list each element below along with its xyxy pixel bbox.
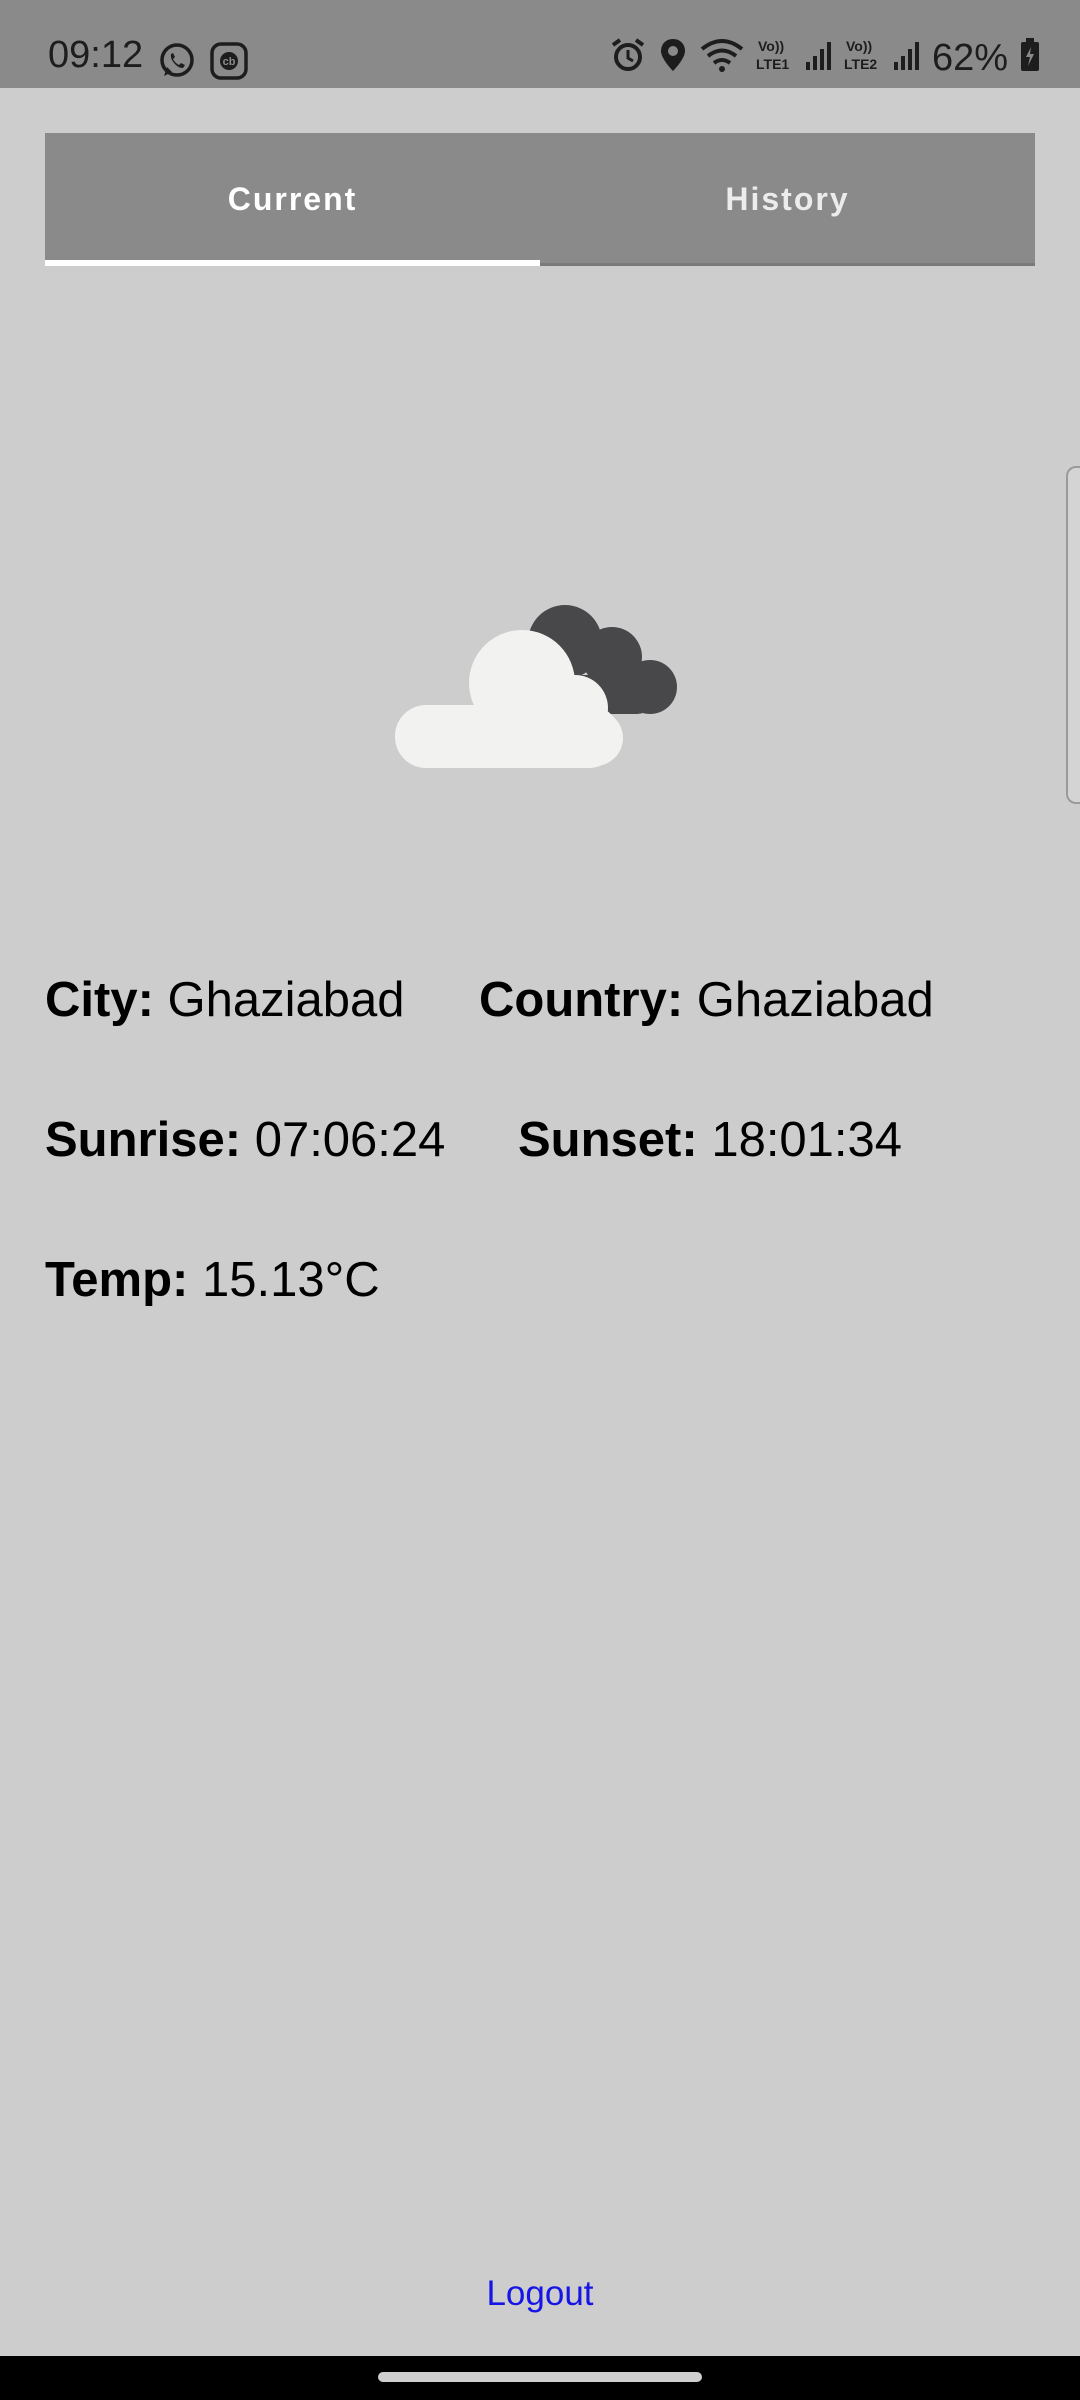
temp-value: 15.13°C bbox=[202, 1253, 380, 1307]
tab-current[interactable]: Current bbox=[45, 133, 540, 266]
country-value: Ghaziabad bbox=[696, 973, 934, 1027]
volte-lte1-signal-icon: Vo)) LTE1 bbox=[756, 36, 832, 79]
partly-cloudy-icon bbox=[390, 580, 700, 780]
volte-lte2-signal-icon: Vo)) LTE2 bbox=[844, 36, 920, 79]
whatsapp-icon bbox=[158, 42, 196, 85]
svg-text:Vo)): Vo)) bbox=[758, 38, 784, 54]
logout-link[interactable]: Logout bbox=[0, 2274, 1080, 2314]
svg-text:LTE2: LTE2 bbox=[844, 56, 877, 72]
status-time: 09:12 bbox=[48, 34, 144, 76]
sunset-row: Sunset: 18:01:34 bbox=[518, 1116, 902, 1165]
svg-text:LTE1: LTE1 bbox=[756, 56, 789, 72]
scroll-handle[interactable] bbox=[1066, 466, 1080, 804]
notification-icons: cb bbox=[158, 42, 248, 85]
battery-charging-icon bbox=[1020, 38, 1040, 77]
sunset-value: 18:01:34 bbox=[711, 1113, 903, 1167]
cb-app-icon: cb bbox=[210, 42, 248, 85]
temp-row: Temp: 15.13°C bbox=[45, 1256, 380, 1305]
country-label: Country: bbox=[479, 973, 684, 1027]
tab-history-label: History bbox=[725, 181, 850, 217]
svg-text:Vo)): Vo)) bbox=[846, 38, 872, 54]
city-label: City: bbox=[45, 973, 154, 1027]
sunset-label: Sunset: bbox=[518, 1113, 698, 1167]
sunrise-row: Sunrise: 07:06:24 bbox=[45, 1116, 445, 1165]
tab-history[interactable]: History bbox=[540, 133, 1035, 266]
temp-label: Temp: bbox=[45, 1253, 189, 1307]
system-icons: Vo)) LTE1 Vo)) LTE2 62% bbox=[610, 36, 1040, 79]
navigation-bar bbox=[0, 2356, 1080, 2400]
status-bar: 09:12 cb Vo)) LTE1 Vo)) LTE2 62% bbox=[0, 0, 1080, 88]
sunrise-value: 07:06:24 bbox=[254, 1113, 446, 1167]
wifi-icon bbox=[700, 37, 744, 78]
tab-bar: Current History bbox=[45, 133, 1035, 266]
tab-active-indicator bbox=[45, 260, 540, 266]
svg-text:cb: cb bbox=[223, 56, 236, 68]
tab-inactive-indicator bbox=[540, 263, 1035, 266]
sunrise-label: Sunrise: bbox=[45, 1113, 242, 1167]
country-row: Country: Ghaziabad bbox=[479, 976, 934, 1025]
alarm-icon bbox=[610, 37, 646, 78]
battery-percent: 62% bbox=[931, 36, 1008, 79]
location-icon bbox=[658, 37, 688, 78]
tab-current-label: Current bbox=[227, 181, 358, 217]
city-value: Ghaziabad bbox=[167, 973, 405, 1027]
city-row: City: Ghaziabad bbox=[45, 976, 405, 1025]
home-gesture-handle[interactable] bbox=[378, 2372, 702, 2382]
